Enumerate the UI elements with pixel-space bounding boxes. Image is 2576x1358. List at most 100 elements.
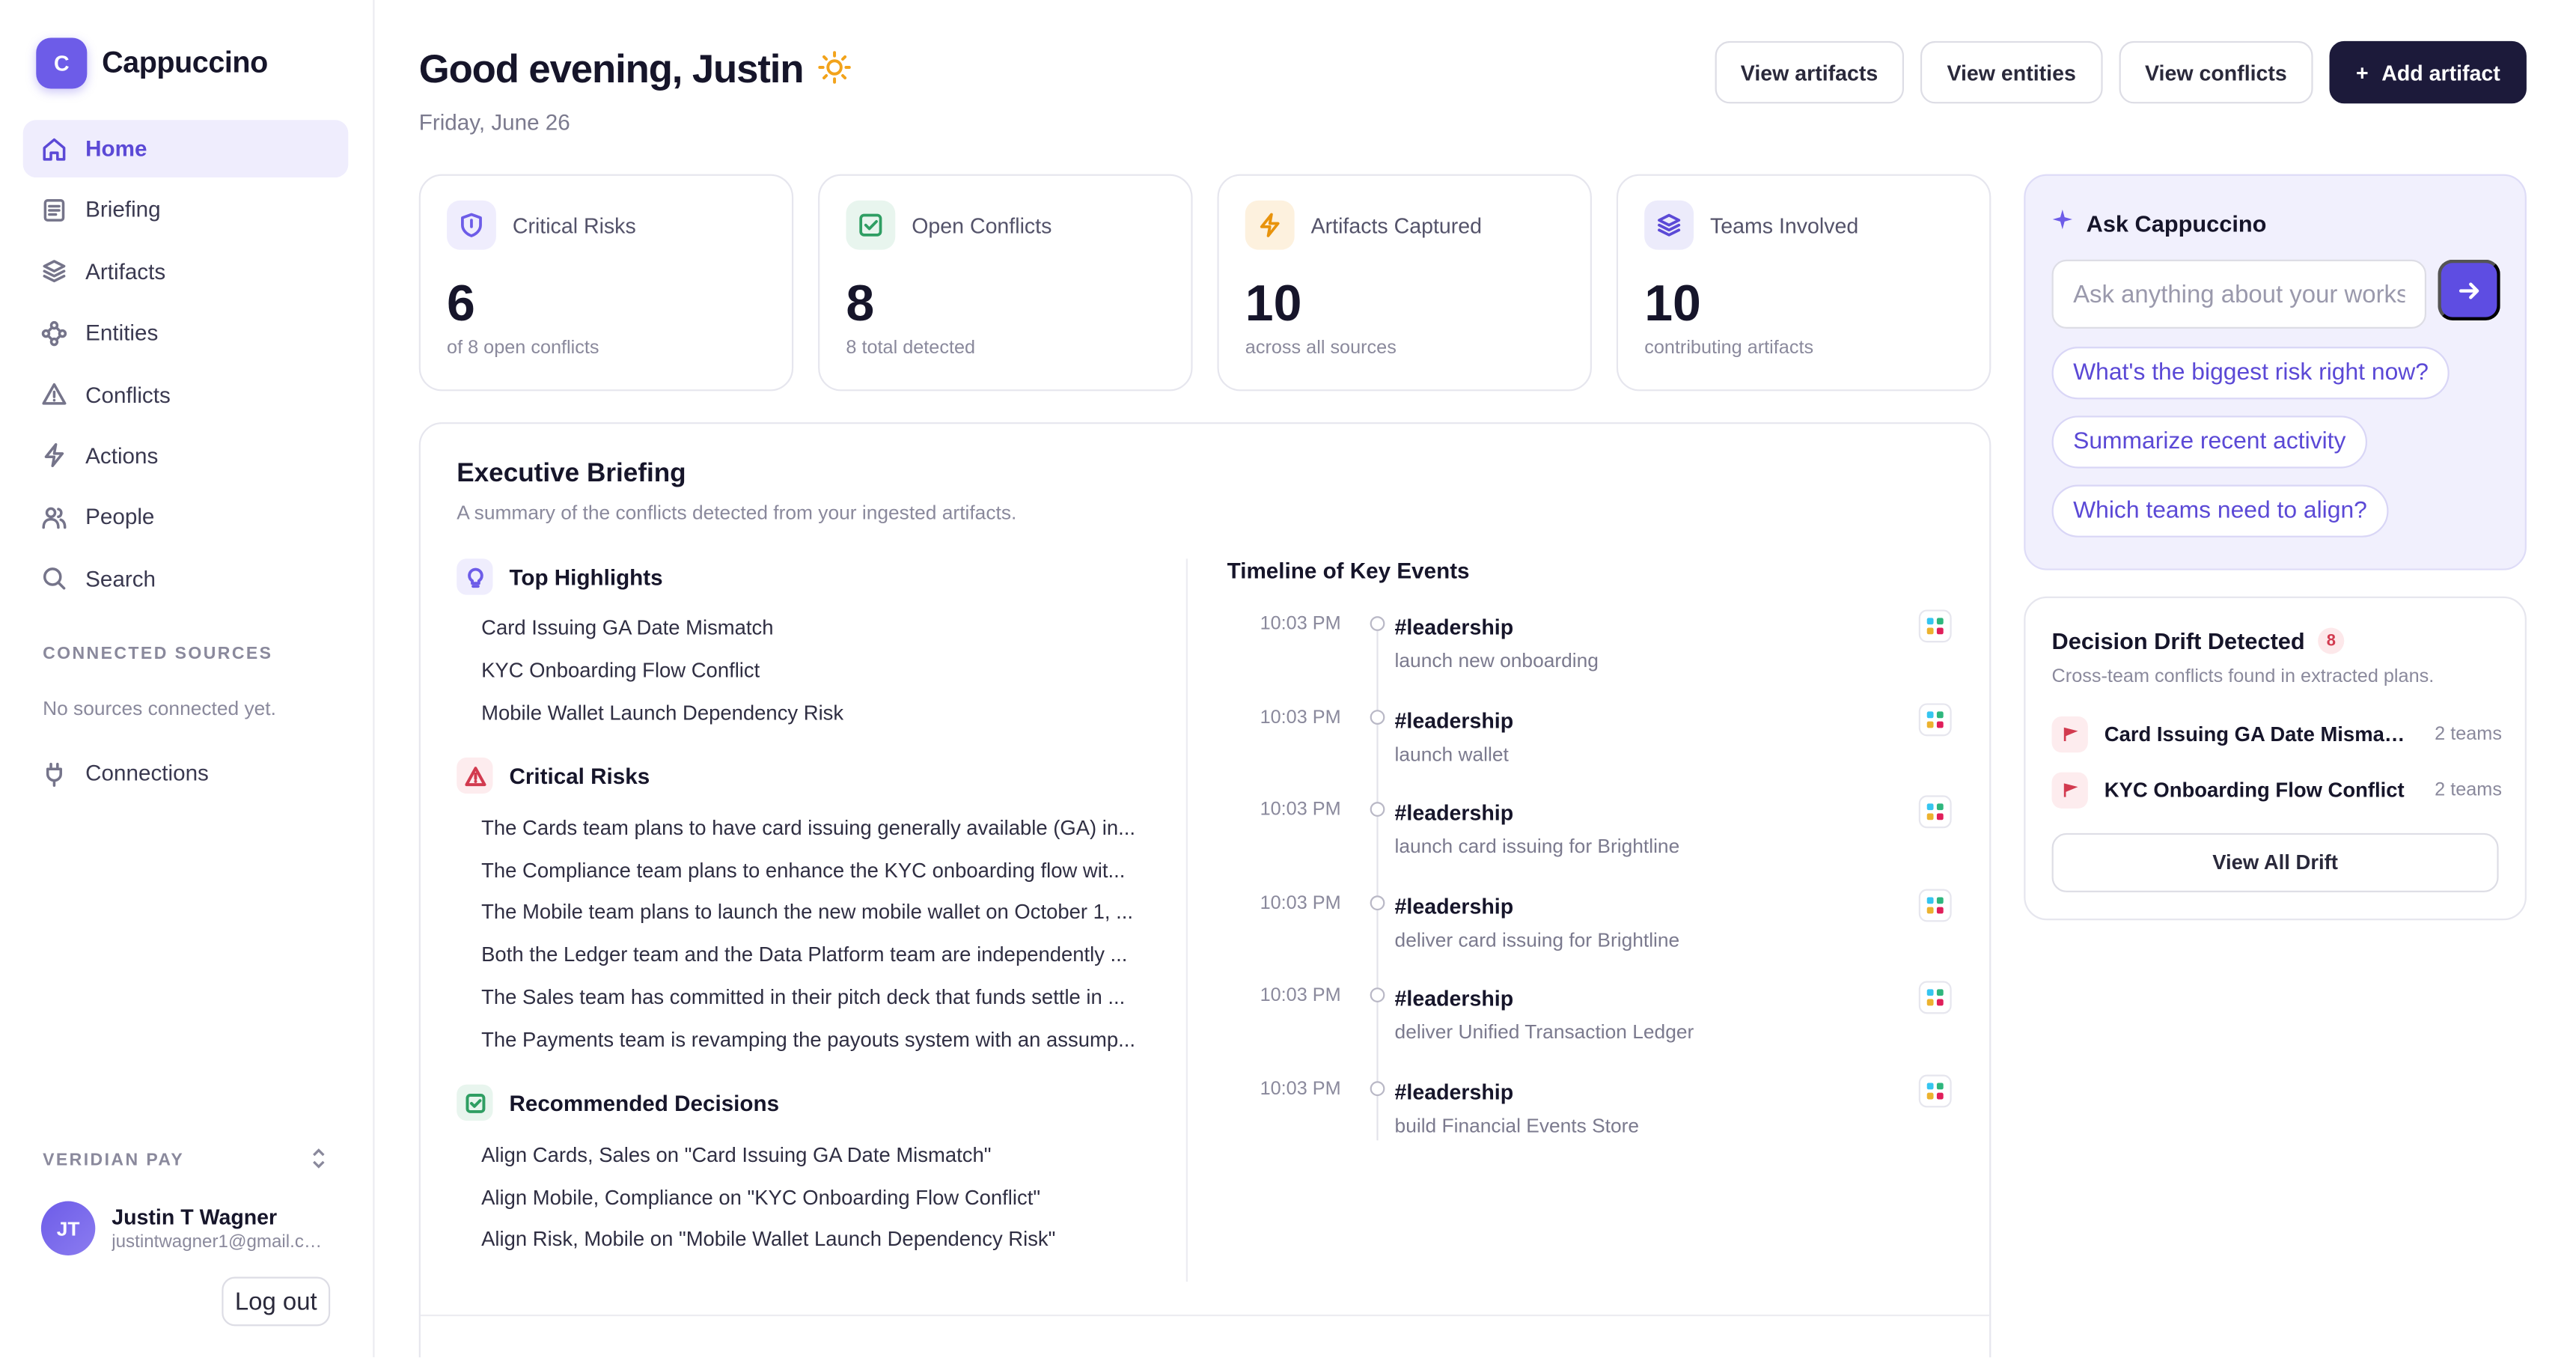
suggestion-chip[interactable]: Summarize recent activity <box>2051 415 2367 469</box>
sidebar-item-label: People <box>85 505 155 530</box>
recommended-decisions-section: Recommended Decisions <box>457 1084 779 1121</box>
view-artifacts-button[interactable]: View artifacts <box>1714 40 1905 104</box>
stat-subtext: of 8 open conflicts <box>447 338 599 359</box>
sidebar: C Cappuccino Home Briefing Artifacts Ent… <box>0 0 375 1358</box>
ask-cappuccino-panel: Ask Cappuccino What's the biggest risk r… <box>2024 174 2527 570</box>
stat-header: Teams Involved <box>1644 200 1858 250</box>
add-artifact-button[interactable]: + Add artifact <box>2329 40 2527 104</box>
stat-value: 6 <box>447 274 475 332</box>
list-item[interactable]: KYC Onboarding Flow Conflict <box>481 659 1148 682</box>
sidebar-item-label: Artifacts <box>85 259 166 284</box>
event-channel: #leadership <box>1394 614 1514 639</box>
list-item[interactable]: Align Mobile, Compliance on "KYC Onboard… <box>481 1187 1148 1210</box>
sidebar-item-label: Actions <box>85 443 159 469</box>
list-item[interactable]: Align Cards, Sales on "Card Issuing GA D… <box>481 1144 1148 1167</box>
list-item[interactable]: The Cards team plans to have card issuin… <box>481 817 1148 840</box>
timeline-event[interactable]: 10:03 PM #leadership launch card issuing… <box>1227 795 1957 883</box>
sidebar-item-people[interactable]: People <box>23 489 349 546</box>
list-item[interactable]: Mobile Wallet Launch Dependency Risk <box>481 701 1148 725</box>
sidebar-item-label: Entities <box>85 320 159 346</box>
plug-icon <box>41 760 67 786</box>
timeline-event[interactable]: 10:03 PM #leadership launch new onboardi… <box>1227 609 1957 697</box>
sidebar-item-actions[interactable]: Actions <box>23 427 349 485</box>
suggestion-chip[interactable]: What's the biggest risk right now? <box>2051 347 2450 400</box>
warning-icon <box>41 381 67 407</box>
stat-card-artifacts-captured[interactable]: Artifacts Captured 10 across all sources <box>1217 174 1592 392</box>
event-description: build Financial Events Store <box>1394 1114 1640 1137</box>
shield-icon <box>447 200 496 250</box>
count-badge: 8 <box>2318 627 2345 654</box>
timeline-event[interactable]: 10:03 PM #leadership launch wallet <box>1227 703 1957 791</box>
stat-label: Open Conflicts <box>912 213 1052 238</box>
sidebar-item-entities[interactable]: Entities <box>23 304 349 362</box>
event-time: 10:03 PM <box>1260 614 1341 635</box>
section-header: Top Highlights <box>457 558 663 595</box>
layers-icon <box>41 258 67 284</box>
timeline-dot <box>1370 987 1385 1002</box>
timeline-event[interactable]: 10:03 PM #leadership deliver card issuin… <box>1227 889 1957 976</box>
event-description: deliver Unified Transaction Ledger <box>1394 1020 1694 1044</box>
sun-icon <box>817 49 852 93</box>
current-date: Friday, June 26 <box>418 110 570 135</box>
check-square-icon <box>457 1084 493 1121</box>
home-icon <box>41 136 67 162</box>
slack-icon <box>1918 981 1952 1014</box>
list-item[interactable]: The Sales team has committed in their pi… <box>481 986 1148 1009</box>
user-profile[interactable]: JT Justin T Wagner justintwagner1@gmail.… <box>40 1201 329 1255</box>
sidebar-item-artifacts[interactable]: Artifacts <box>23 243 349 300</box>
decision-drift-panel: Decision Drift Detected 8 Cross-team con… <box>2024 596 2527 921</box>
stat-card-open-conflicts[interactable]: Open Conflicts 8 8 total detected <box>818 174 1193 392</box>
stat-header: Open Conflicts <box>846 200 1052 250</box>
event-channel: #leadership <box>1394 986 1514 1011</box>
stat-card-teams-involved[interactable]: Teams Involved 10 contributing artifacts <box>1616 174 1991 392</box>
app-root: C Cappuccino Home Briefing Artifacts Ent… <box>0 0 2576 1358</box>
brand-name: Cappuccino <box>102 46 268 79</box>
ask-input[interactable] <box>2051 259 2427 329</box>
sidebar-item-label: Briefing <box>85 198 161 223</box>
view-conflicts-button[interactable]: View conflicts <box>2118 40 2313 104</box>
drift-item[interactable]: KYC Onboarding Flow Conflict 2 teams <box>2051 772 2502 809</box>
ask-title: Ask Cappuccino <box>2086 210 2267 237</box>
stat-card-critical-risks[interactable]: Critical Risks 6 of 8 open conflicts <box>418 174 794 392</box>
list-item[interactable]: The Payments team is revamping the payou… <box>481 1029 1148 1052</box>
ask-header: Ask Cappuccino <box>2052 209 2267 239</box>
sidebar-item-search[interactable]: Search <box>23 550 349 608</box>
warning-icon <box>457 757 493 794</box>
drift-item[interactable]: Card Issuing GA Date Mismatch 2 teams <box>2051 716 2502 753</box>
suggestion-chip[interactable]: Which teams need to align? <box>2051 484 2389 538</box>
workspace-name[interactable]: VERIDIAN PAY <box>43 1151 184 1170</box>
sidebar-item-connections[interactable]: Connections <box>23 744 349 802</box>
list-item[interactable]: Both the Ledger team and the Data Platfo… <box>481 943 1148 966</box>
connected-sources-heading: CONNECTED SOURCES <box>43 644 273 664</box>
stat-subtext: across all sources <box>1245 338 1397 359</box>
view-entities-button[interactable]: View entities <box>1920 40 2102 104</box>
header-actions: View artifacts View entities View confli… <box>1714 40 2527 104</box>
event-description: launch card issuing for Brightline <box>1394 835 1680 858</box>
timeline-event[interactable]: 10:03 PM #leadership build Financial Eve… <box>1227 1074 1957 1162</box>
event-channel: #leadership <box>1394 1080 1514 1105</box>
send-button[interactable] <box>2438 259 2500 321</box>
list-item[interactable]: The Mobile team plans to launch the new … <box>481 901 1148 924</box>
timeline-dot <box>1370 1081 1385 1097</box>
slack-icon <box>1918 889 1952 922</box>
list-item[interactable]: Align Risk, Mobile on "Mobile Wallet Lau… <box>481 1228 1148 1251</box>
flag-icon <box>2051 716 2088 753</box>
sidebar-item-label: Connections <box>85 761 209 786</box>
brand[interactable]: C Cappuccino <box>36 37 268 89</box>
sidebar-item-label: Conflicts <box>85 382 171 407</box>
slack-icon <box>1918 795 1952 829</box>
chevron-up-down-icon[interactable] <box>309 1145 329 1172</box>
list-item[interactable]: The Compliance team plans to enhance the… <box>481 859 1148 883</box>
sidebar-item-home[interactable]: Home <box>22 120 349 178</box>
bolt-icon <box>41 442 67 469</box>
sidebar-item-briefing[interactable]: Briefing <box>23 181 349 239</box>
event-time: 10:03 PM <box>1260 894 1341 914</box>
page-title: Good evening, Justin <box>418 47 805 92</box>
list-item[interactable]: Card Issuing GA Date Mismatch <box>481 616 1148 639</box>
sidebar-item-conflicts[interactable]: Conflicts <box>23 366 349 424</box>
timeline-event[interactable]: 10:03 PM #leadership deliver Unified Tra… <box>1227 981 1957 1068</box>
view-all-drift-button[interactable]: View All Drift <box>2051 832 2499 892</box>
user-name: Justin T Wagner <box>112 1204 278 1229</box>
drift-item-teams: 2 teams <box>2435 780 2502 800</box>
logout-button[interactable]: Log out <box>222 1276 331 1327</box>
